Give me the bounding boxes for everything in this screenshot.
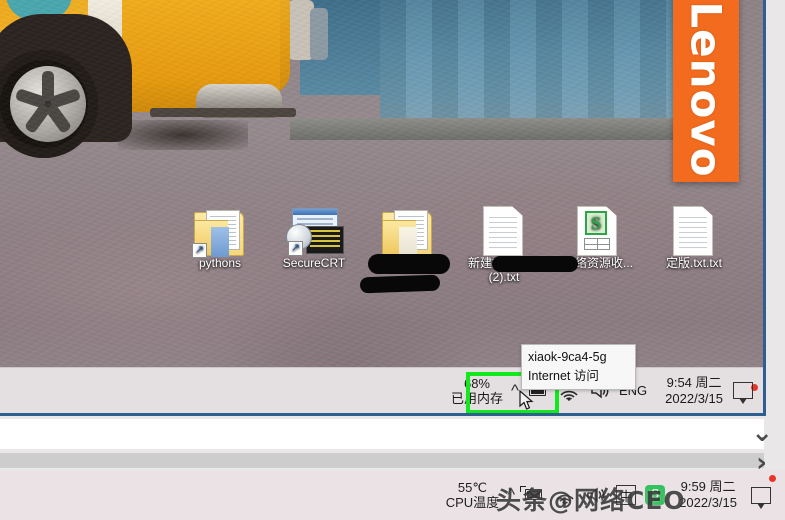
spreadsheet-file-icon: S — [550, 196, 646, 256]
cpu-temp-label: CPU温度 — [445, 495, 500, 510]
watermark-text: 头条@网络CEO — [496, 486, 686, 515]
chevron-down-icon[interactable]: ⌄ — [751, 418, 773, 448]
text-file-icon — [646, 196, 742, 256]
desktop-icon-securecrt[interactable]: ↗ SecureCRT — [266, 196, 362, 270]
text-file-icon — [456, 196, 552, 256]
clock-date: 2022/3/15 — [665, 390, 723, 406]
redaction-mark — [368, 254, 450, 274]
lenovo-logo-text: Lenovo — [681, 0, 731, 178]
shortcut-arrow-icon: ↗ — [288, 241, 303, 256]
host-taskbar-clock[interactable]: 9:59 周二 2022/3/15 — [679, 479, 737, 511]
tooltip-ssid: xiaok-9ca4-5g — [528, 350, 607, 364]
folder-icon — [360, 196, 456, 257]
redaction-mark — [359, 274, 441, 294]
taskbar-clock[interactable]: 9:54 周二 2022/3/15 — [665, 375, 723, 407]
desktop-icon-redacted-folder[interactable] — [360, 196, 456, 257]
lenovo-logo-banner: Lenovo — [673, 0, 739, 182]
clock-time: 9:59 周二 — [680, 479, 736, 494]
cpu-temp-value: 55℃ — [457, 480, 487, 495]
clock-time: 9:54 周二 — [666, 374, 722, 390]
clock-date: 2022/3/15 — [679, 495, 737, 510]
action-center-button[interactable] — [723, 382, 763, 404]
desktop-icon-pythons[interactable]: ↗ pythons — [172, 196, 268, 270]
screenshot-root: Lenovo ↗ pythons ↗ SecureCRT (2).txt S 网… — [0, 0, 785, 520]
notification-badge-dot — [769, 474, 776, 482]
notification-balloon-icon — [751, 486, 771, 509]
host-action-center-button[interactable] — [737, 474, 785, 509]
desktop-icon-final-txt[interactable]: 定版.txt.txt — [646, 196, 742, 270]
folder-shortcut-icon: ↗ — [172, 196, 268, 258]
embedded-desktop-screenshot: Lenovo ↗ pythons ↗ SecureCRT (2).txt S 网… — [0, 0, 766, 416]
desktop-icon-label: pythons — [198, 256, 242, 270]
cpu-temp-meter[interactable]: 55℃ CPU温度 — [446, 480, 499, 510]
desktop-icon-grid: ↗ pythons ↗ SecureCRT (2).txt S 网络资源收...… — [0, 196, 763, 326]
notification-balloon-icon — [733, 382, 753, 404]
host-content-strip — [0, 419, 764, 449]
shortcut-arrow-icon: ↗ — [192, 243, 207, 258]
redaction-mark — [492, 256, 578, 272]
mouse-cursor — [519, 389, 535, 413]
securecrt-shortcut-icon: ↗ — [266, 196, 362, 256]
desktop-icon-label: SecureCRT — [282, 256, 346, 270]
desktop-icon-label: 定版.txt.txt — [665, 256, 722, 270]
host-divider-strip — [0, 453, 764, 468]
windows-taskbar[interactable]: 68% 已用内存 ^ ENG 9:54 周二 2022/3/15 — [0, 367, 763, 413]
wifi-tooltip: xiaok-9ca4-5g Internet 访问 — [521, 344, 636, 390]
tooltip-status: Internet 访问 — [528, 369, 599, 383]
